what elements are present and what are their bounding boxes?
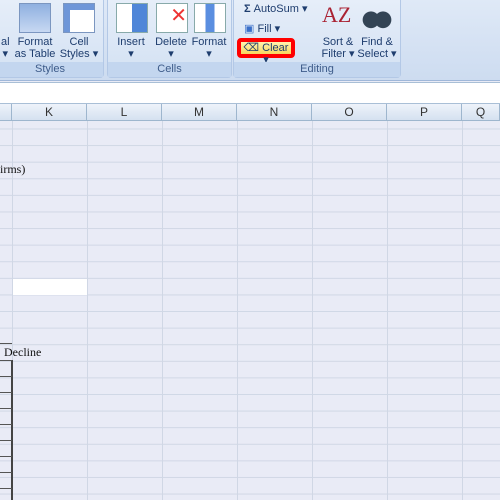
column-header[interactable]: P — [387, 104, 462, 121]
sigma-icon: Σ — [244, 3, 251, 15]
insert-button[interactable]: Insert ▾ — [114, 36, 148, 60]
column-header[interactable]: O — [312, 104, 387, 121]
format-as-table-icon — [19, 3, 51, 33]
find-select-button[interactable]: Find & Select ▾ — [356, 36, 398, 60]
conditional-formatting-button[interactable]: al ▾ — [1, 36, 10, 60]
label: Cell — [69, 36, 89, 48]
label: AutoSum — [253, 3, 299, 15]
delete-cells-icon: ✕ — [156, 3, 188, 33]
delete-button[interactable]: Delete ▾ — [152, 36, 190, 60]
styles-group-label: Styles — [0, 62, 103, 77]
cell-grid[interactable] — [0, 121, 500, 500]
sort-filter-icon: AZ — [322, 2, 352, 27]
format-cells-icon — [194, 3, 226, 33]
label: as Table — [14, 48, 56, 60]
column-header[interactable]: N — [237, 104, 312, 121]
label: Find & — [361, 36, 393, 48]
fill-down-icon: ▣ — [244, 23, 255, 35]
table-border — [0, 343, 12, 344]
label: Filter — [321, 48, 346, 60]
cells-group: Insert ▾ ✕ Delete ▾ Format ▾ Cells — [107, 0, 232, 78]
ribbon: al▾ Formatas Table ▾ CellStyles ▾ Styles… — [0, 0, 500, 81]
fill-button[interactable]: ▣ Fill ▾ — [244, 23, 280, 35]
clear-button[interactable]: ⌫ Clear ▾ — [237, 38, 295, 66]
autosum-button[interactable]: Σ AutoSum ▾ — [244, 3, 308, 15]
label: Clear — [262, 42, 289, 54]
column-header[interactable]: L — [87, 104, 162, 121]
editing-group: Σ AutoSum ▾ ▣ Fill ▾ ⌫ Clear ▾ AZ Sort &… — [233, 0, 401, 78]
insert-cells-icon — [116, 3, 148, 33]
column-header[interactable]: M — [162, 104, 237, 121]
label: Format — [17, 36, 53, 48]
column-header[interactable]: Q — [462, 104, 500, 121]
styles-group: al▾ Formatas Table ▾ CellStyles ▾ Styles — [0, 0, 104, 78]
label: Format — [191, 36, 227, 48]
label: Insert — [117, 36, 145, 48]
label: al — [1, 36, 10, 48]
formula-bar[interactable] — [0, 82, 500, 104]
cell-text: Decline — [4, 345, 42, 359]
table-row-borders — [0, 360, 12, 500]
cell-styles-icon — [63, 3, 95, 33]
label: Fill — [257, 23, 272, 35]
selected-cell-k[interactable] — [13, 279, 87, 295]
cells-group-label: Cells — [108, 62, 231, 77]
cell-text: irms) — [0, 162, 26, 176]
column-header-j[interactable] — [0, 104, 12, 121]
cell-styles-button[interactable]: Cell Styles ▾ — [59, 36, 99, 60]
editing-group-label: Editing — [234, 62, 400, 77]
eraser-icon: ⌫ — [243, 42, 260, 54]
binoculars-icon — [362, 3, 392, 31]
label: Delete — [155, 36, 187, 48]
label: Select — [357, 48, 388, 60]
column-header[interactable]: K — [12, 104, 87, 121]
label: Styles — [59, 48, 90, 60]
sort-filter-button[interactable]: Sort & Filter ▾ — [318, 36, 358, 60]
label: Sort & — [322, 36, 354, 48]
format-button[interactable]: Format ▾ — [190, 36, 228, 60]
